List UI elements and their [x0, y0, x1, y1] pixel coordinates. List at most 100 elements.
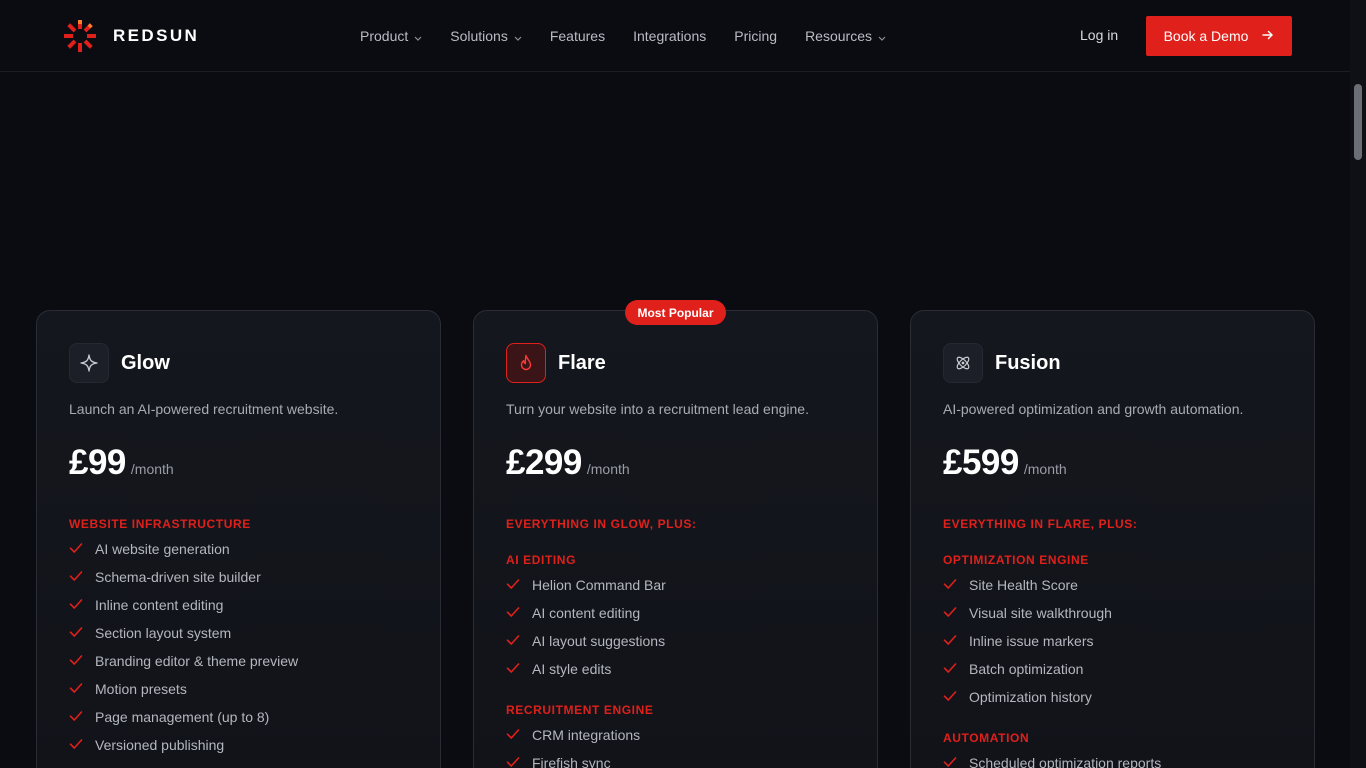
nav-item-pricing[interactable]: Pricing: [734, 28, 777, 44]
feature-item: Schema-driven site builder: [69, 563, 414, 591]
feature-label: Schema-driven site builder: [95, 569, 261, 585]
plan-period: /month: [130, 461, 174, 477]
check-icon: [69, 625, 83, 641]
feature-item: Inline issue markers: [943, 627, 1288, 655]
check-icon: [506, 633, 520, 649]
nav-item-features[interactable]: Features: [550, 28, 605, 44]
feature-list: EVERYTHING IN FLARE, PLUS: OPTIMIZATION …: [943, 517, 1288, 768]
feature-item: Firefish sync: [506, 749, 851, 768]
feature-label: Visual site walkthrough: [969, 605, 1112, 621]
nav-label: Features: [549, 28, 606, 44]
check-icon: [506, 577, 520, 593]
check-icon: [506, 661, 520, 677]
check-icon: [943, 577, 957, 593]
brand-logo[interactable]: REDSUN: [62, 18, 199, 54]
check-icon: [69, 737, 83, 753]
check-icon: [69, 681, 83, 697]
check-icon: [69, 709, 83, 725]
nav-item-resources[interactable]: Resources: [805, 28, 886, 44]
feature-item: Page management (up to 8): [69, 703, 414, 731]
check-icon: [943, 755, 957, 768]
feature-label: AI layout suggestions: [532, 633, 666, 649]
feature-label: CRM integrations: [532, 727, 641, 743]
feature-label: Helion Command Bar: [532, 577, 666, 593]
feature-label: Firefish sync: [532, 755, 611, 768]
feature-section-title: AI EDITING: [506, 553, 577, 567]
feature-item: AI style edits: [506, 655, 851, 683]
check-icon: [69, 541, 83, 557]
check-icon: [943, 661, 957, 677]
feature-label: AI website generation: [95, 541, 230, 557]
plan-price-row: £599 /month: [943, 443, 1067, 483]
plan-name: Glow: [121, 351, 170, 374]
feature-item: Optimization history: [943, 683, 1288, 711]
nav-label: Integrations: [633, 28, 707, 44]
plan-description: Launch an AI-powered recruitment website…: [69, 401, 339, 417]
feature-list: EVERYTHING IN GLOW, PLUS: AI EDITING Hel…: [506, 517, 851, 768]
most-popular-badge: Most Popular: [625, 300, 726, 325]
sparkle-icon: [69, 343, 109, 383]
feature-section-title: OPTIMIZATION ENGINE: [943, 553, 1089, 567]
chevron-down-icon: [414, 28, 422, 44]
feature-item: AI layout suggestions: [506, 627, 851, 655]
feature-label: Page management (up to 8): [95, 709, 270, 725]
plan-header: Fusion: [943, 343, 1061, 383]
book-demo-button[interactable]: Book a Demo: [1146, 16, 1292, 56]
chevron-down-icon: [878, 28, 886, 44]
scrollbar-thumb[interactable]: [1354, 84, 1362, 160]
feature-label: Motion presets: [95, 681, 187, 697]
nav-label: Solutions: [450, 28, 508, 44]
check-icon: [69, 569, 83, 585]
plan-header: Glow: [69, 343, 170, 383]
page-scrollbar[interactable]: [1350, 0, 1366, 768]
feature-item: AI website generation: [69, 535, 414, 563]
plan-description: Turn your website into a recruitment lea…: [506, 401, 809, 417]
plan-price-row: £99 /month: [69, 443, 174, 483]
feature-item: AI content editing: [506, 599, 851, 627]
plan-name: Flare: [558, 351, 606, 374]
nav-label: Resources: [805, 28, 872, 44]
plan-card-flare: Flare Turn your website into a recruitme…: [473, 310, 878, 768]
feature-label: AI style edits: [532, 661, 612, 677]
nav-label: Pricing: [734, 28, 778, 44]
feature-section-title: WEBSITE INFRASTRUCTURE: [69, 517, 251, 531]
plan-price: £299: [506, 443, 582, 482]
plan-description: AI-powered optimization and growth autom…: [943, 401, 1244, 417]
nav-item-solutions[interactable]: Solutions: [450, 28, 522, 44]
feature-item: Helion Command Bar: [506, 571, 851, 599]
feature-label: Versioned publishing: [95, 737, 225, 753]
feature-list: WEBSITE INFRASTRUCTURE AI website genera…: [69, 517, 414, 759]
plan-price: £99: [69, 443, 126, 482]
plan-card-glow: Glow Launch an AI-powered recruitment we…: [36, 310, 441, 768]
plan-period: /month: [1023, 461, 1067, 477]
plan-period: /month: [586, 461, 630, 477]
feature-item: CRM integrations: [506, 721, 851, 749]
feature-item: Motion presets: [69, 675, 414, 703]
flame-icon: [506, 343, 546, 383]
plan-price-row: £299 /month: [506, 443, 630, 483]
check-icon: [506, 605, 520, 621]
feature-item: Scheduled optimization reports: [943, 749, 1288, 768]
feature-label: Inline issue markers: [969, 633, 1094, 649]
nav-label: Product: [360, 28, 409, 44]
site-header: REDSUN Product Solutions Features Integr…: [0, 0, 1350, 72]
feature-item: Batch optimization: [943, 655, 1288, 683]
nav-item-product[interactable]: Product: [360, 28, 422, 44]
feature-label: Site Health Score: [969, 577, 1078, 593]
plan-intro: EVERYTHING IN FLARE, PLUS:: [943, 517, 1138, 531]
book-demo-label: Book a Demo: [1163, 28, 1249, 44]
check-icon: [943, 689, 957, 705]
check-icon: [943, 633, 957, 649]
feature-item: Section layout system: [69, 619, 414, 647]
check-icon: [943, 605, 957, 621]
check-icon: [506, 755, 520, 768]
check-icon: [506, 727, 520, 743]
sun-burst-icon: [62, 18, 98, 54]
login-link[interactable]: Log in: [1080, 27, 1118, 43]
feature-section-title: RECRUITMENT ENGINE: [506, 703, 654, 717]
nav-item-integrations[interactable]: Integrations: [633, 28, 706, 44]
feature-item: Site Health Score: [943, 571, 1288, 599]
check-icon: [69, 653, 83, 669]
feature-label: Optimization history: [969, 689, 1092, 705]
plan-card-fusion: Fusion AI-powered optimization and growt…: [910, 310, 1315, 768]
